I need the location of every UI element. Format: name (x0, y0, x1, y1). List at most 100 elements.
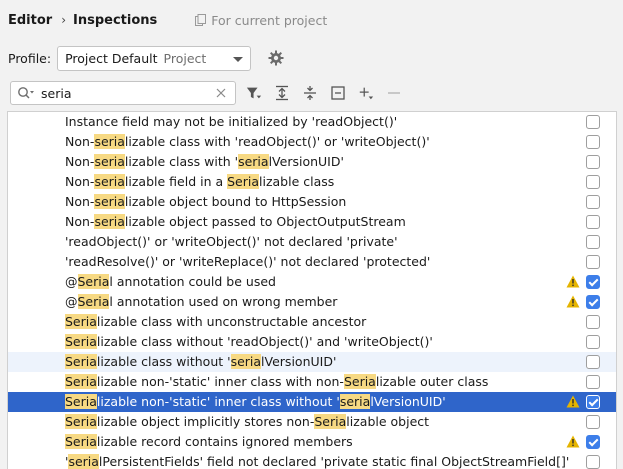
inspection-name: @Serial annotation could be used (65, 274, 276, 290)
inspection-row[interactable]: @Serial annotation used on wrong member (8, 292, 616, 312)
inspection-name-text: lizable object bound to HttpSession (124, 194, 347, 209)
project-scope-icon (195, 14, 207, 26)
profile-kind: Project (163, 50, 207, 66)
breadcrumb-editor[interactable]: Editor (8, 13, 52, 28)
inspection-row[interactable]: Non-serializable class with 'serialVersi… (8, 152, 616, 172)
inspection-name: Non-serializable class with 'readObject(… (65, 134, 430, 150)
inspection-name: Instance field may not be initialized by… (65, 114, 397, 130)
inspection-name-text: lVersionUID' (268, 154, 344, 169)
search-field[interactable] (10, 81, 236, 105)
warning-icon (566, 395, 580, 408)
enable-checkbox[interactable] (586, 355, 600, 369)
enable-checkbox[interactable] (586, 275, 600, 289)
inspection-row[interactable]: 'readResolve()' or 'writeReplace()' not … (8, 252, 616, 272)
warning-icon (566, 275, 580, 288)
profile-dropdown[interactable]: Project Default Project (57, 45, 252, 71)
enable-checkbox[interactable] (586, 255, 600, 269)
breadcrumb-separator-icon: › (61, 13, 67, 27)
search-match-highlight: Seria (65, 414, 97, 429)
breadcrumb: Editor › Inspections For current project (8, 11, 327, 29)
inspection-name: Serializable non-'static' inner class wi… (65, 394, 446, 410)
inspection-name: @Serial annotation used on wrong member (65, 294, 337, 310)
page-title: Inspections (73, 12, 158, 28)
inspection-name-text: 'readObject()' or 'writeObject()' not de… (65, 234, 398, 249)
enable-checkbox[interactable] (586, 315, 600, 329)
inspection-name-text: lizable non-'static' inner class without… (96, 394, 340, 409)
inspection-name: 'readObject()' or 'writeObject()' not de… (65, 234, 398, 250)
inspection-name-text: lizable class without 'readObject()' and… (96, 334, 433, 349)
inspection-row[interactable]: Non-serializable class with 'readObject(… (8, 132, 616, 152)
inspection-row[interactable]: 'readObject()' or 'writeObject()' not de… (8, 232, 616, 252)
enable-checkbox[interactable] (586, 375, 600, 389)
search-match-highlight: seria (94, 154, 125, 169)
inspection-name: Non-serializable object passed to Object… (65, 214, 406, 230)
inspection-name-text: lizable object implicitly stores non- (96, 414, 315, 429)
inspection-name-text: l annotation used on wrong member (109, 294, 338, 309)
search-input[interactable] (41, 85, 201, 101)
enable-checkbox[interactable] (586, 215, 600, 229)
inspections-tree[interactable]: Instance field may not be initialized by… (7, 111, 617, 469)
inspection-row[interactable]: Serializable object implicitly stores no… (8, 412, 616, 432)
inspection-name-text: lizable class with ' (124, 154, 239, 169)
search-icon[interactable] (17, 86, 35, 100)
enable-checkbox[interactable] (586, 395, 600, 409)
inspection-row[interactable]: Non-serializable field in a Serializable… (8, 172, 616, 192)
inspection-row[interactable]: Serializable record contains ignored mem… (8, 432, 616, 452)
inspection-name-text: Non- (65, 194, 95, 209)
enable-checkbox[interactable] (586, 435, 600, 449)
enable-checkbox[interactable] (586, 415, 600, 429)
inspection-name-text: Instance field may not be initialized by… (65, 114, 398, 129)
inspection-row[interactable]: Non-serializable object passed to Object… (8, 212, 616, 232)
enable-checkbox[interactable] (586, 195, 600, 209)
search-match-highlight: Seria (227, 174, 260, 189)
search-match-highlight: Seria (77, 294, 110, 309)
search-match-highlight: Seria (65, 314, 97, 329)
enable-checkbox[interactable] (586, 335, 600, 349)
enable-checkbox[interactable] (586, 455, 600, 469)
inspection-name: Non-serializable field in a Serializable… (65, 174, 334, 190)
inspection-row[interactable]: Non-serializable object bound to HttpSes… (8, 192, 616, 212)
inspection-name-text: lizable class (259, 174, 335, 189)
search-match-highlight: Seria (65, 334, 97, 349)
search-match-highlight: Seria (343, 374, 376, 389)
search-match-highlight: Seria (65, 394, 97, 409)
clear-search-icon[interactable] (215, 87, 227, 99)
warning-icon (566, 295, 580, 308)
warning-icon (566, 435, 580, 448)
inspection-name-text: lizable object passed to ObjectOutputStr… (124, 214, 406, 229)
inspection-row[interactable]: Serializable class without 'readObject()… (8, 332, 616, 352)
reset-to-default-icon[interactable] (330, 85, 346, 101)
expand-all-icon[interactable] (274, 85, 290, 101)
search-match-highlight: seria (339, 394, 371, 409)
enable-checkbox[interactable] (586, 115, 600, 129)
inspection-row[interactable]: Serializable class with unconstructable … (8, 312, 616, 332)
profile-row: Profile: Project Default Project (8, 45, 284, 71)
collapse-all-icon[interactable] (302, 85, 318, 101)
inspection-row[interactable]: Serializable non-'static' inner class wi… (8, 392, 616, 412)
enable-checkbox[interactable] (586, 295, 600, 309)
inspection-name-text: lizable field in a (124, 174, 228, 189)
inspection-row[interactable]: 'serialPersistentFields' field not decla… (8, 452, 616, 469)
search-match-highlight: seria (230, 354, 262, 369)
enable-checkbox[interactable] (586, 235, 600, 249)
search-match-highlight: seria (94, 134, 125, 149)
inspection-name-text: Non- (65, 174, 95, 189)
enable-checkbox[interactable] (586, 155, 600, 169)
filter-icon[interactable] (246, 85, 262, 101)
filter-toolbar (10, 81, 402, 105)
remove-icon[interactable] (386, 85, 402, 101)
enable-checkbox[interactable] (586, 175, 600, 189)
add-icon[interactable] (358, 85, 374, 101)
search-match-highlight: Seria (65, 354, 97, 369)
inspection-name: Serializable non-'static' inner class wi… (65, 374, 488, 390)
inspection-row[interactable]: Serializable class without 'serialVersio… (8, 352, 616, 372)
scope-text: For current project (211, 12, 328, 28)
inspection-row[interactable]: @Serial annotation could be used (8, 272, 616, 292)
gear-icon[interactable] (268, 50, 284, 66)
inspection-name-text: Non- (65, 154, 95, 169)
search-match-highlight: seria (94, 194, 125, 209)
inspection-name: Non-serializable object bound to HttpSes… (65, 194, 346, 210)
inspection-row[interactable]: Serializable non-'static' inner class wi… (8, 372, 616, 392)
enable-checkbox[interactable] (586, 135, 600, 149)
inspection-row[interactable]: Instance field may not be initialized by… (8, 112, 616, 132)
